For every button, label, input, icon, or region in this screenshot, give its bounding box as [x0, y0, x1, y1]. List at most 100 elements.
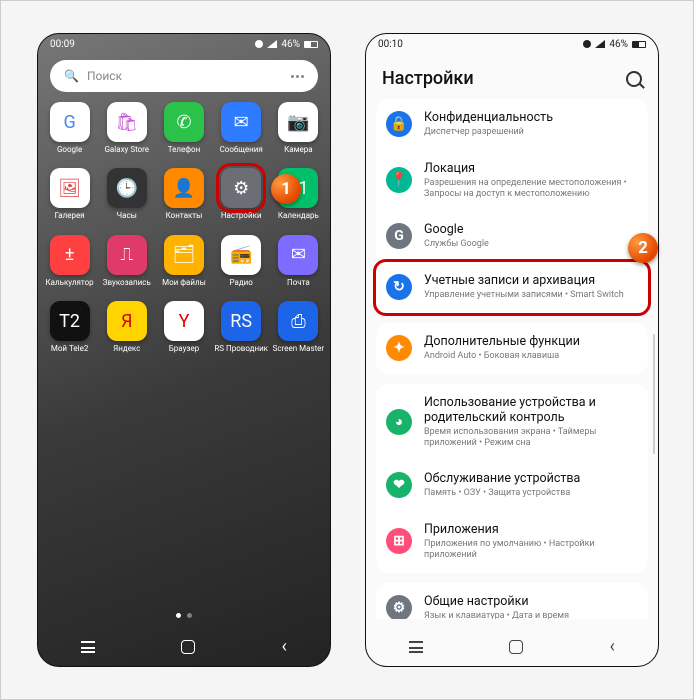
nav-home[interactable] — [181, 640, 195, 654]
signal-icon — [267, 40, 277, 48]
app-label: Мой Tele2 — [51, 345, 88, 353]
settings-item-title: Google — [424, 222, 638, 237]
privacy-icon: 🔒 — [386, 111, 412, 137]
app-icon-settings: ⚙ — [221, 168, 261, 208]
settings-item-advanced[interactable]: ✦Дополнительные функцииAndroid Auto • Бо… — [376, 323, 648, 374]
nav-recents[interactable] — [81, 641, 95, 653]
app-icon-voice-rec: ⎍ — [107, 235, 147, 275]
app-icon-radio: 📻 — [221, 235, 261, 275]
app-browser[interactable]: Y Браузер — [157, 301, 211, 353]
accounts-icon: ↻ — [386, 274, 412, 300]
settings-item-wellbeing[interactable]: ◕Использование устройства и родительский… — [376, 384, 648, 461]
nav-back[interactable]: ‹ — [281, 638, 286, 656]
location-icon: 📍 — [386, 167, 412, 193]
app-yandex[interactable]: Я Яндекс — [100, 301, 154, 353]
app-label: Камера — [284, 146, 313, 154]
app-icon-tele2: T2 — [50, 301, 90, 341]
app-google[interactable]: GGoogle — [43, 102, 97, 154]
settings-item-desc: Службы Google — [424, 239, 638, 250]
app-icon-screen-master: ⎙ — [278, 301, 318, 341]
settings-item-apps[interactable]: ⊞ Приложения Приложения по умолчанию • Нас… — [376, 511, 648, 573]
search-input[interactable]: 🔍 Поиск — [50, 60, 318, 92]
search-placeholder: Поиск — [87, 69, 291, 83]
more-icon[interactable] — [291, 75, 304, 78]
wifi-icon — [255, 40, 263, 48]
app-label: Браузер — [169, 345, 199, 353]
nav-recents[interactable] — [409, 641, 423, 653]
app-label: Калькулятор — [46, 279, 94, 287]
settings-item-desc: Язык и клавиатура • Дата и время — [424, 611, 638, 619]
app-mail[interactable]: ✉Почта — [271, 235, 325, 287]
app-tele2[interactable]: T2 Мой Tele2 — [43, 301, 97, 353]
settings-item-title: Приложения — [424, 522, 638, 537]
app-gallery[interactable]: 🖼 Галерея — [43, 168, 97, 220]
settings-item-title: Конфиденциальность — [424, 110, 638, 125]
app-icon-browser: Y — [164, 301, 204, 341]
app-icon-google: G — [50, 102, 90, 142]
settings-item-accounts[interactable]: ↻Учетные записи и архивацияУправление уч… — [376, 262, 648, 313]
battery-text: 46% — [281, 39, 300, 50]
general-icon: ⚙ — [386, 595, 412, 619]
app-galaxy-store[interactable]: 🛍Galaxy Store — [100, 102, 154, 154]
settings-item-desc: Приложения по умолчанию • Настройки прил… — [424, 539, 638, 561]
app-label: Screen Master — [273, 345, 325, 353]
battery-icon — [632, 41, 646, 48]
app-label: Галерея — [55, 212, 85, 220]
app-icon-contacts: 👤 — [164, 168, 204, 208]
phone-settings: 00:10 46% Настройки 🔒КонфиденциальностьД… — [365, 33, 659, 667]
nav-home[interactable] — [509, 640, 523, 654]
app-messages[interactable]: ✉ Сообщения — [214, 102, 268, 154]
app-icon-gallery: 🖼 — [50, 168, 90, 208]
app-phone[interactable]: ✆Телефон — [157, 102, 211, 154]
app-my-files[interactable]: 🗂 Мои файлы — [157, 235, 211, 287]
settings-item-privacy[interactable]: 🔒КонфиденциальностьДиспетчер разрешений — [376, 99, 648, 150]
search-icon: 🔍 — [64, 69, 79, 83]
settings-item-google[interactable]: GGoogleСлужбы Google — [376, 211, 648, 262]
app-icon-my-files: 🗂 — [164, 235, 204, 275]
settings-item-location[interactable]: 📍ЛокацияРазрешения на определение местоп… — [376, 150, 648, 212]
search-icon[interactable] — [626, 71, 642, 87]
app-icon-calculator: ± — [50, 235, 90, 275]
settings-list[interactable]: 🔒КонфиденциальностьДиспетчер разрешений📍… — [366, 99, 658, 619]
callout-1: 1 — [271, 174, 301, 204]
app-label: Часы — [117, 212, 137, 220]
settings-item-title: Обслуживание устройства — [424, 471, 638, 486]
app-label: Мои файлы — [162, 279, 206, 287]
status-time: 00:09 — [50, 39, 75, 50]
app-grid: GGoogle🛍Galaxy Store✆Телефон✉ Сообщения 📷 К… — [38, 102, 330, 354]
app-rs-explorer[interactable]: RSRS Проводник — [214, 301, 268, 353]
app-camera[interactable]: 📷 Камера — [271, 102, 325, 154]
app-label: Galaxy Store — [104, 146, 149, 154]
app-icon-messages: ✉ — [221, 102, 261, 142]
scrollbar[interactable] — [653, 334, 655, 454]
nav-back[interactable]: ‹ — [609, 638, 614, 656]
page-indicator — [38, 613, 330, 618]
app-label: Сообщения — [220, 146, 263, 154]
callout-2: 2 — [628, 233, 658, 263]
app-contacts[interactable]: 👤Контакты — [157, 168, 211, 220]
care-icon: ❤ — [386, 472, 412, 498]
settings-item-title: Использование устройства и родительский … — [424, 395, 638, 425]
settings-item-general[interactable]: ⚙Общие настройкиЯзык и клавиатура • Дата… — [376, 583, 648, 619]
settings-item-title: Учетные записи и архивация — [424, 273, 638, 288]
status-bar: 00:09 46% — [38, 34, 330, 54]
settings-header: Настройки — [366, 54, 658, 99]
app-calculator[interactable]: ± Калькулятор — [43, 235, 97, 287]
app-label: Звукозапись — [103, 279, 151, 287]
app-label: Настройки — [221, 212, 262, 220]
app-icon-yandex: Я — [107, 301, 147, 341]
settings-item-desc: Время использования экрана • Таймеры при… — [424, 427, 638, 449]
app-voice-rec[interactable]: ⎍ Звукозапись — [100, 235, 154, 287]
app-label: Почта — [287, 279, 310, 287]
battery-text: 46% — [609, 39, 628, 50]
app-label: Яндекс — [113, 345, 140, 353]
settings-item-desc: Android Auto • Боковая клавиша — [424, 351, 638, 362]
app-icon-camera: 📷 — [278, 102, 318, 142]
signal-icon — [595, 40, 605, 48]
app-screen-master[interactable]: ⎙ Screen Master — [271, 301, 325, 353]
apps-icon: ⊞ — [386, 528, 412, 554]
app-settings[interactable]: ⚙ Настройки — [214, 168, 268, 220]
app-clock[interactable]: 🕒Часы — [100, 168, 154, 220]
app-radio[interactable]: 📻Радио — [214, 235, 268, 287]
settings-item-care[interactable]: ❤Обслуживание устройстваПамять • ОЗУ • З… — [376, 460, 648, 511]
